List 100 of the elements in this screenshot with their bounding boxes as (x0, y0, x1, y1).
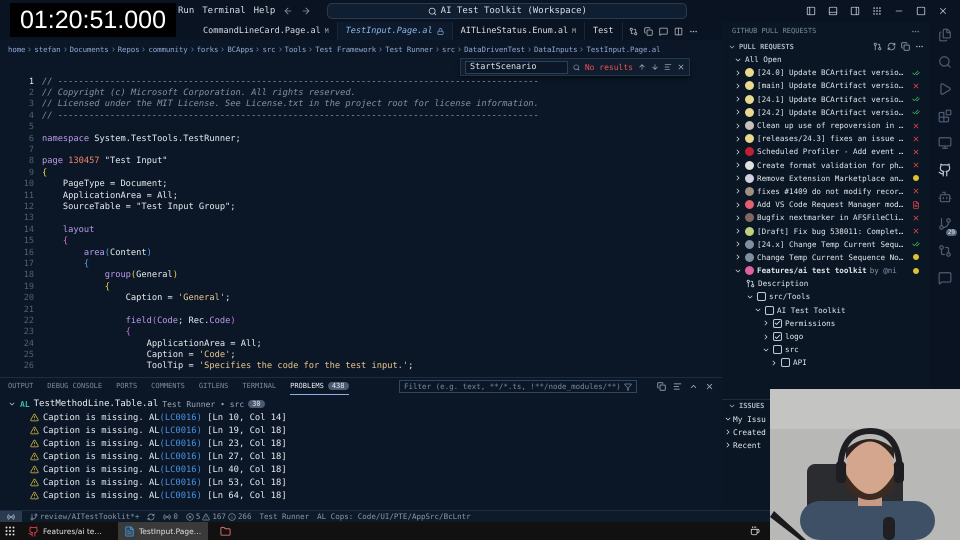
close-icon[interactable] (705, 382, 714, 391)
source-control-icon[interactable] (938, 217, 952, 231)
code-line: { (62, 236, 68, 246)
line-number: 17 (22, 258, 35, 269)
secondary-sidebar-icon[interactable] (850, 6, 860, 16)
code-line: { (82, 258, 90, 269)
files-icon[interactable] (938, 28, 952, 42)
line-number: 10 (22, 179, 35, 190)
problem-row[interactable]: Caption is missing. AL(LC0016) [Ln 64, Col 18] (8, 489, 714, 502)
chevron-right-icon (26, 46, 34, 52)
chevron-right-icon[interactable] (734, 200, 742, 209)
chevron-right-icon[interactable] (734, 82, 742, 90)
view-as-list-icon[interactable] (673, 382, 682, 391)
comment-icon[interactable] (658, 26, 668, 36)
chevron-right-icon[interactable] (762, 332, 770, 341)
search-icon[interactable] (938, 55, 952, 69)
chevron-right-icon[interactable] (724, 428, 732, 436)
chat-icon[interactable] (938, 271, 952, 285)
file-name: TestMethodLine.Table.al (34, 399, 158, 409)
line-number: 26 (22, 361, 35, 372)
checkbox[interactable] (765, 306, 774, 315)
line-number: 19 (22, 282, 35, 292)
chevron-right-icon[interactable] (734, 174, 742, 182)
monitor-icon[interactable] (938, 136, 952, 150)
menu-item[interactable]: Terminal (202, 6, 246, 16)
warning-icon (30, 452, 39, 461)
sidebar-toggle-icon[interactable] (806, 6, 816, 16)
problem-row[interactable]: Caption is missing. AL(LC0016) [Ln 23, Col 18] (8, 437, 714, 450)
chevron-right-icon[interactable] (734, 227, 742, 236)
pull-request-icon (746, 279, 755, 288)
chevron-right-icon (276, 46, 284, 52)
problem-message: Caption is missing. AL(LC0016) [Ln 19, Col 18] (43, 426, 287, 436)
problem-row[interactable]: Caption is missing. AL(LC0016) [Ln 19, Col 18] (8, 424, 714, 437)
back-icon[interactable] (283, 6, 294, 16)
chevron-right-icon[interactable] (734, 95, 742, 104)
extensions-icon[interactable] (938, 109, 952, 123)
command-center[interactable]: AI Test Toolkit (Workspace) (327, 3, 688, 19)
remote-button[interactable] (0, 510, 22, 522)
chevron-right-icon[interactable] (734, 253, 742, 262)
problem-row[interactable]: Caption is missing. AL(LC0016) [Ln 10, Col 14] (8, 411, 714, 424)
chevron-right-icon[interactable] (734, 187, 742, 196)
split-editor-icon[interactable] (674, 26, 682, 36)
bot-icon[interactable] (938, 190, 952, 204)
next-match-icon[interactable] (651, 63, 659, 71)
menu-item[interactable]: Run (178, 6, 194, 16)
editor-tab[interactable]: Test (585, 22, 622, 40)
close-icon[interactable] (677, 63, 685, 71)
chevron-down-icon[interactable] (8, 400, 16, 408)
chevron-right-icon (219, 46, 226, 52)
checkbox[interactable] (781, 358, 790, 368)
forward-icon[interactable] (301, 6, 312, 16)
warning-icon (30, 478, 39, 487)
maximize-panel-icon[interactable] (689, 382, 698, 391)
problem-row[interactable]: Caption is missing. AL(LC0016) [Ln 27, Col 18] (8, 450, 714, 463)
find-field[interactable]: StartScenario (465, 60, 568, 74)
sync-icon[interactable] (147, 512, 156, 520)
code-line: Caption = 'Code'; (146, 350, 236, 360)
editor-tab[interactable]: TestInput.Page.al (338, 22, 453, 40)
chevron-right-icon[interactable] (734, 134, 742, 143)
code-line: namespace System.TestTools.TestRunner; (42, 134, 241, 144)
panel-toggle-icon[interactable] (828, 6, 838, 16)
chevron-right-icon[interactable] (734, 122, 742, 130)
cup-icon[interactable] (750, 526, 760, 536)
problem-row[interactable]: Caption is missing. AL(LC0016) [Ln 53, Col 18] (8, 476, 714, 489)
checkbox[interactable] (773, 345, 782, 354)
chevron-right-icon[interactable] (734, 108, 742, 116)
chevron-right-icon[interactable] (734, 148, 742, 156)
chevron-right-icon[interactable] (724, 441, 732, 450)
chevron-right-icon[interactable] (734, 68, 742, 77)
refresh-icon[interactable] (887, 42, 896, 51)
checkbox[interactable] (773, 318, 782, 328)
warning-icon (202, 512, 210, 520)
previous-match-icon[interactable] (638, 63, 646, 71)
chevron-right-icon[interactable] (770, 358, 778, 367)
layout-icon[interactable] (872, 6, 882, 16)
line-number: 7 (28, 145, 35, 156)
copy-icon[interactable] (644, 26, 652, 36)
close-icon[interactable] (938, 6, 948, 16)
problem-message: Caption is missing. AL(LC0016) [Ln 40, Col 18] (43, 464, 287, 474)
folder-icon (220, 526, 231, 536)
chevron-right-icon[interactable] (734, 161, 742, 170)
apps-icon[interactable] (4, 525, 16, 537)
filter-icon[interactable] (624, 382, 632, 390)
checkbox[interactable] (773, 332, 782, 342)
chevron-right-icon[interactable] (762, 319, 770, 328)
code-line: ApplicationArea = All; (146, 338, 262, 349)
pull-request-icon[interactable] (873, 42, 882, 51)
browser-icon (28, 526, 39, 536)
chevron-right-icon[interactable] (734, 240, 742, 248)
line-number: 21 (22, 304, 35, 314)
menu-item[interactable]: Help (254, 6, 276, 16)
run-icon[interactable] (938, 82, 952, 96)
file-path: Test Runner • src (162, 400, 244, 408)
chevron-right-icon[interactable] (734, 214, 742, 222)
problem-row[interactable]: Caption is missing. AL(LC0016) [Ln 40, Col 18] (8, 463, 714, 476)
find-selection-icon[interactable] (664, 63, 672, 71)
checkbox[interactable] (757, 292, 766, 302)
compare-icon[interactable] (628, 26, 638, 36)
github-icon[interactable] (938, 163, 952, 177)
maximize-icon[interactable] (916, 6, 926, 16)
